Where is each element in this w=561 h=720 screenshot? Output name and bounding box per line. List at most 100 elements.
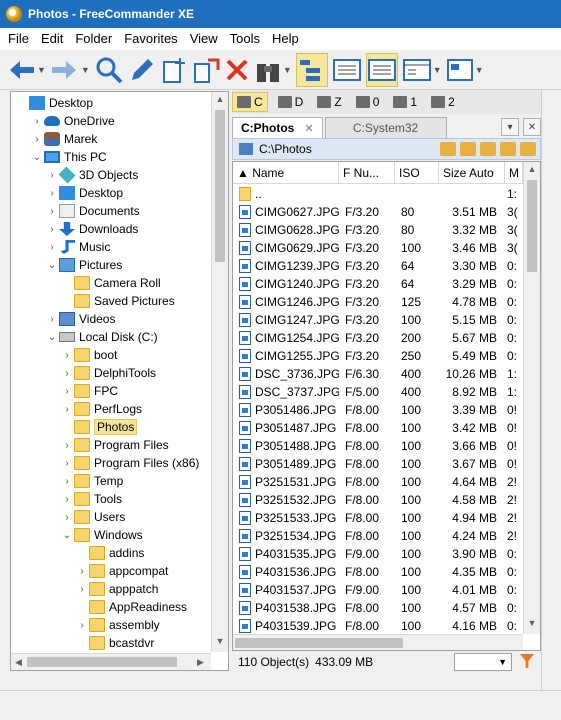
tree-item[interactable]: › appcompat [75, 562, 168, 580]
file-row[interactable]: P4031536.JPG F/8.00 100 4.35 MB 0: [233, 563, 523, 581]
tab-photos[interactable]: C:Photos ✕ [232, 117, 323, 138]
chevron-right-icon[interactable]: › [45, 242, 59, 253]
chevron-right-icon[interactable]: › [60, 404, 74, 415]
menu-edit[interactable]: Edit [35, 28, 69, 50]
tree-item[interactable]: › Videos [45, 310, 115, 328]
parent-folder-icon[interactable] [480, 142, 496, 156]
chevron-right-icon[interactable]: › [45, 206, 59, 217]
new-file-button[interactable] [160, 53, 188, 87]
column-fnumber[interactable]: F Nu... [339, 162, 395, 183]
folder-tree[interactable]: Desktop › OneDrive › Marek ⌄ This PC › 3D Object… [10, 91, 229, 671]
tree-item[interactable]: ⌄ Windows [60, 526, 143, 544]
scroll-thumb[interactable] [27, 657, 177, 667]
search-button[interactable] [94, 53, 124, 87]
file-row[interactable]: P4031539.JPG F/8.00 100 4.16 MB 0: [233, 617, 523, 635]
column-name[interactable]: ▲ Name [233, 162, 339, 183]
tree-item[interactable]: › Desktop [45, 184, 123, 202]
menu-file[interactable]: File [2, 28, 35, 50]
file-row[interactable]: CIMG0629.JPG F/3.20 100 3.46 MB 3( [233, 239, 523, 257]
drive-button[interactable]: 1 [389, 92, 421, 112]
file-row[interactable]: P3251531.JPG F/8.00 100 4.64 MB 2! [233, 473, 523, 491]
chevron-right-icon[interactable]: › [60, 494, 74, 505]
chevron-right-icon[interactable]: › [30, 134, 44, 145]
file-row[interactable]: P4031538.JPG F/8.00 100 4.57 MB 0: [233, 599, 523, 617]
back-button[interactable]: ▼ [6, 53, 46, 87]
tree-item[interactable]: › DelphiTools [60, 364, 156, 382]
file-row[interactable]: P3251532.JPG F/8.00 100 4.58 MB 2! [233, 491, 523, 509]
drive-button[interactable]: D [274, 92, 308, 112]
tree-item[interactable]: ⌄ This PC [30, 148, 107, 166]
files-horizontal-scrollbar[interactable] [233, 634, 523, 650]
drive-button[interactable]: Z [313, 92, 345, 112]
file-row[interactable]: CIMG1254.JPG F/3.20 200 5.67 MB 0: [233, 329, 523, 347]
scroll-right-icon[interactable]: ▶ [197, 654, 204, 670]
menu-folder[interactable]: Folder [69, 28, 118, 50]
file-row[interactable]: CIMG0628.JPG F/3.20 80 3.32 MB 3( [233, 221, 523, 239]
chevron-down-icon[interactable]: ▼ [81, 65, 90, 75]
tree-item[interactable]: ⌄ Local Disk (C:) [45, 328, 158, 346]
files-vertical-scrollbar[interactable]: ▲ ▼ [523, 162, 540, 634]
folder-menu-icon[interactable] [520, 142, 536, 156]
scroll-down-icon[interactable]: ▼ [212, 636, 228, 646]
chevron-right-icon[interactable]: › [60, 458, 74, 469]
scroll-down-icon[interactable]: ▼ [524, 618, 540, 628]
file-row[interactable]: CIMG1239.JPG F/3.20 64 3.30 MB 0: [233, 257, 523, 275]
chevron-down-icon[interactable]: ⌄ [60, 530, 74, 541]
menu-favorites[interactable]: Favorites [118, 28, 183, 50]
file-row[interactable]: .. 1: [233, 185, 523, 203]
tree-item[interactable]: › PerfLogs [60, 400, 142, 418]
filter-icon[interactable] [520, 654, 534, 668]
tree-horizontal-scrollbar[interactable]: ◀ ▶ [11, 653, 211, 670]
chevron-right-icon[interactable]: › [60, 350, 74, 361]
edit-button[interactable] [128, 53, 156, 87]
panel-options-button[interactable]: ▼ [446, 53, 484, 87]
column-iso[interactable]: ISO [395, 162, 439, 183]
copy-button[interactable] [192, 53, 220, 87]
chevron-right-icon[interactable]: › [30, 116, 44, 127]
menu-view[interactable]: View [184, 28, 224, 50]
chevron-down-icon[interactable]: ⌄ [45, 260, 59, 271]
delete-button[interactable] [224, 53, 250, 87]
tree-item[interactable]: AppReadiness [75, 598, 187, 616]
tree-item[interactable]: › Program Files (x86) [60, 454, 199, 472]
binoculars-button[interactable]: ▼ [254, 53, 292, 87]
tree-item[interactable]: Photos [60, 418, 138, 436]
history-icon[interactable] [440, 142, 456, 156]
scroll-thumb[interactable] [215, 110, 225, 262]
tree-item[interactable]: › Documents [45, 202, 140, 220]
drive-button[interactable]: 0 [352, 92, 384, 112]
chevron-right-icon[interactable]: › [45, 170, 59, 181]
chevron-right-icon[interactable]: › [60, 476, 74, 487]
tab-menu-button[interactable]: ▾ [501, 118, 519, 136]
chevron-right-icon[interactable]: › [60, 368, 74, 379]
tab-system32[interactable]: C:System32 [324, 117, 447, 138]
drive-button[interactable]: C [232, 92, 268, 112]
file-row[interactable]: CIMG1240.JPG F/3.20 64 3.29 MB 0: [233, 275, 523, 293]
tree-item[interactable]: › Temp [60, 472, 123, 490]
chevron-right-icon[interactable]: › [75, 620, 89, 631]
tree-item[interactable]: › assembly [75, 616, 160, 634]
tree-item[interactable]: › Downloads [45, 220, 138, 238]
menu-help[interactable]: Help [266, 28, 305, 50]
tree-item[interactable]: › apppatch [75, 580, 158, 598]
forward-button[interactable]: ▼ [50, 53, 90, 87]
column-m[interactable]: M [505, 162, 523, 183]
file-row[interactable]: P3051488.JPG F/8.00 100 3.66 MB 0! [233, 437, 523, 455]
chevron-right-icon[interactable]: › [45, 224, 59, 235]
current-path[interactable]: C:\Photos [259, 142, 312, 156]
filter-combo[interactable]: ▼ [454, 653, 512, 671]
file-row[interactable]: CIMG1246.JPG F/3.20 125 4.78 MB 0: [233, 293, 523, 311]
tree-item[interactable]: Desktop [15, 94, 93, 112]
file-row[interactable]: DSC_3736.JPG F/6.30 400 10.26 MB 1: [233, 365, 523, 383]
chevron-right-icon[interactable]: › [75, 584, 89, 595]
favorite-folder-icon[interactable] [460, 142, 476, 156]
chevron-down-icon[interactable]: ⌄ [30, 152, 44, 163]
file-row[interactable]: P4031537.JPG F/9.00 100 4.01 MB 0: [233, 581, 523, 599]
tree-item[interactable]: › Users [60, 508, 125, 526]
chevron-right-icon[interactable]: › [45, 314, 59, 325]
file-row[interactable]: DSC_3737.JPG F/5.00 400 8.92 MB 1: [233, 383, 523, 401]
tree-item[interactable]: › Program Files [60, 436, 169, 454]
tree-item[interactable]: ⌄ Pictures [45, 256, 122, 274]
close-tab-button[interactable]: ✕ [523, 118, 541, 136]
chevron-right-icon[interactable]: › [75, 566, 89, 577]
